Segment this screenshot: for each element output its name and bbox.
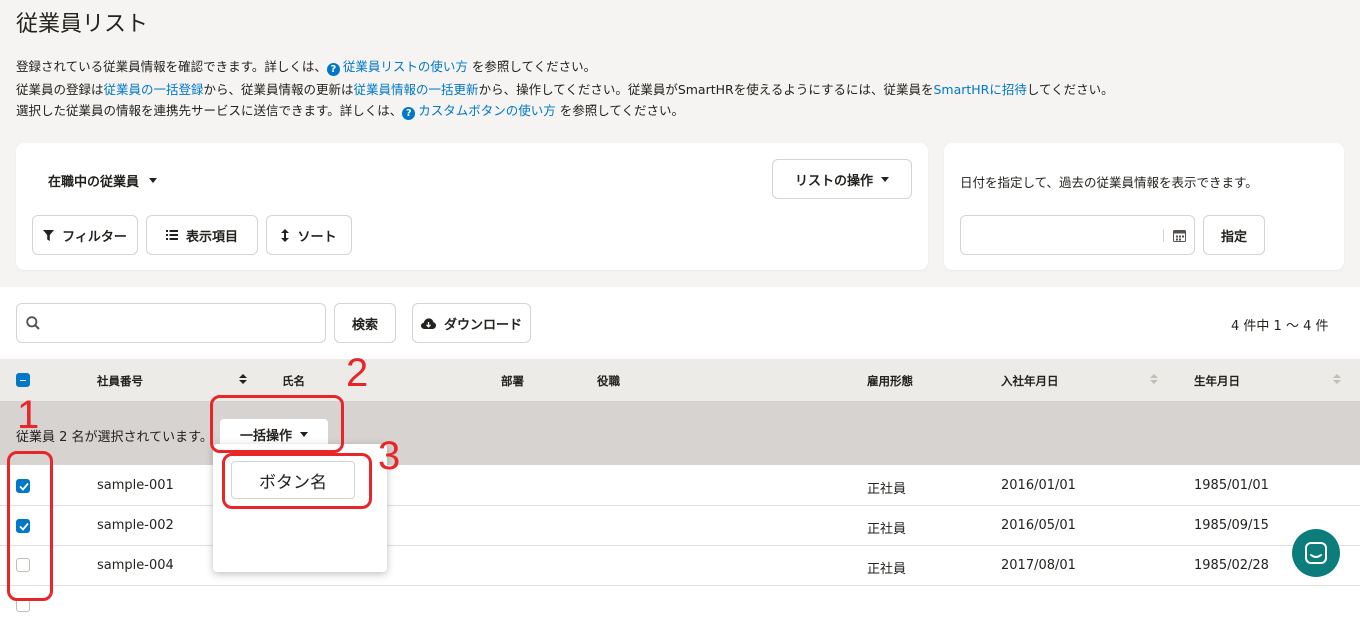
- employment-type: 正社員: [867, 522, 907, 537]
- birth-date: 1985/09/15: [1194, 518, 1269, 533]
- join-date: 2016/05/01: [1001, 518, 1076, 533]
- custom-button-guide-link[interactable]: カスタムボタンの使い方: [418, 103, 556, 118]
- birth-date: 1985/01/01: [1194, 478, 1269, 493]
- header-position: 役職: [597, 374, 620, 388]
- sort-icon[interactable]: [1150, 374, 1158, 384]
- help-icon: ?: [326, 63, 340, 76]
- download-button[interactable]: ダウンロード: [412, 303, 531, 343]
- header-employment-type: 雇用形態: [867, 374, 913, 388]
- date-card: 日付を指定して、過去の従業員情報を表示できます。 指定: [944, 143, 1344, 270]
- table-row[interactable]: sample-001 正社員 2016/01/01 1985/01/01: [0, 466, 1360, 506]
- filter-icon: [43, 229, 55, 241]
- description-line-1: 登録されている従業員情報を確認できます。詳しくは、? 従業員リストの使い方 を参照…: [16, 59, 597, 76]
- chat-icon: [1305, 542, 1327, 564]
- search-button[interactable]: 検索: [334, 303, 396, 343]
- header-join-date[interactable]: 入社年月日: [1001, 373, 1059, 389]
- search-input[interactable]: [16, 303, 326, 343]
- result-count: 4 件中 1 〜 4 件: [1231, 319, 1329, 334]
- date-card-text: 日付を指定して、過去の従業員情報を表示できます。: [960, 175, 1258, 190]
- sort-icon: [281, 228, 290, 242]
- table-row[interactable]: sample-002 正社員 2016/05/01 1985/09/15: [0, 506, 1360, 546]
- bulk-register-link[interactable]: 従業員の一括登録: [104, 82, 204, 97]
- bulk-update-link[interactable]: 従業員情報の一括更新: [354, 82, 479, 97]
- annotation-number-3: 3: [378, 434, 401, 478]
- sort-icon[interactable]: [1333, 374, 1341, 384]
- annotation-box-1: [7, 451, 53, 601]
- calendar-icon[interactable]: [1173, 229, 1186, 242]
- page-title: 従業員リスト: [16, 12, 149, 37]
- indeterminate-icon: [20, 379, 26, 382]
- annotation-number-2: 2: [346, 351, 369, 395]
- selection-text: 従業員 2 名が選択されています。: [16, 430, 213, 445]
- employment-type: 正社員: [867, 562, 907, 577]
- columns-button[interactable]: 表示項目: [146, 215, 258, 255]
- header-birth-date[interactable]: 生年月日: [1194, 373, 1240, 389]
- annotation-box-3: [222, 453, 372, 509]
- join-date: 2016/01/01: [1001, 478, 1076, 493]
- annotation-box-2: [210, 395, 344, 453]
- selection-bar: 従業員 2 名が選択されています。 一括操作: [0, 401, 1360, 465]
- usage-guide-link[interactable]: 従業員リストの使い方: [343, 59, 468, 74]
- birth-date: 1985/02/28: [1194, 558, 1269, 573]
- status-select[interactable]: 在職中の従業員: [48, 171, 158, 190]
- employee-number: sample-004: [97, 558, 174, 573]
- invite-link[interactable]: SmartHRに招待: [933, 82, 1026, 97]
- employee-number: sample-002: [97, 518, 174, 533]
- filter-card: 在職中の従業員 リストの操作 フィルター 表示項目 ソート: [16, 143, 928, 270]
- join-date: 2017/08/01: [1001, 558, 1076, 573]
- divider: [1163, 229, 1164, 242]
- table-header: 社員番号 氏名 部署 役職 雇用形態 入社年月日 生年月日: [0, 359, 1360, 401]
- list-operations-button[interactable]: リストの操作: [772, 159, 912, 199]
- search-icon: [26, 316, 40, 330]
- cloud-download-icon: [420, 317, 436, 329]
- chevron-down-icon: [149, 178, 158, 183]
- annotation-number-1: 1: [17, 393, 40, 437]
- employment-type: 正社員: [867, 482, 907, 497]
- header-name: 氏名: [282, 374, 305, 388]
- header-employee-number[interactable]: 社員番号: [97, 373, 143, 389]
- help-icon: ?: [402, 107, 416, 120]
- chat-button[interactable]: [1292, 529, 1340, 577]
- list-icon: [165, 230, 178, 240]
- description-line-3: 選択した従業員の情報を連携先サービスに送信できます。詳しくは、? カスタムボタンの…: [16, 103, 685, 120]
- employee-number: sample-001: [97, 478, 174, 493]
- header-department: 部署: [501, 374, 524, 388]
- sort-button[interactable]: ソート: [266, 215, 352, 255]
- sort-icon[interactable]: [239, 374, 247, 384]
- table-row[interactable]: sample-004 正社員 2017/08/01 1985/02/28: [0, 546, 1360, 586]
- date-input[interactable]: [960, 215, 1195, 255]
- chevron-down-icon: [881, 176, 889, 182]
- apply-date-button[interactable]: 指定: [1203, 215, 1265, 255]
- filter-button[interactable]: フィルター: [32, 215, 138, 255]
- description-line-2: 従業員の登録は従業員の一括登録から、従業員情報の更新は従業員情報の一括更新から、…: [16, 82, 1114, 97]
- select-all-checkbox[interactable]: [16, 373, 30, 387]
